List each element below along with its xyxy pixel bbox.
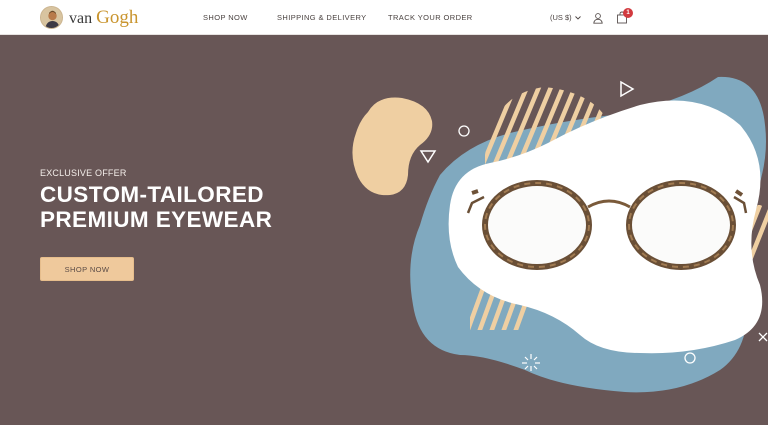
nav-link-shipping-delivery[interactable]: SHIPPING & DELIVERY [277, 0, 367, 35]
currency-selector[interactable]: (US $) [550, 0, 581, 35]
hero-headline: CUSTOM-TAILORED PREMIUM EYEWEAR [40, 182, 272, 232]
logo-brand: Gogh [96, 6, 139, 28]
circle-outline-shape-1 [458, 125, 470, 137]
hero-eyebrow: EXCLUSIVE OFFER [40, 168, 127, 178]
hero-headline-line-1: CUSTOM-TAILORED [40, 182, 264, 207]
triangle-outline-shape-1 [419, 150, 437, 164]
nav-link-track-order[interactable]: TRACK YOUR ORDER [388, 0, 473, 35]
hero-banner: EXCLUSIVE OFFER CUSTOM-TAILORED PREMIUM … [0, 35, 768, 425]
shop-now-button[interactable]: SHOP NOW [40, 257, 134, 281]
site-header: van Gogh SHOP NOW SHIPPING & DELIVERY TR… [0, 0, 768, 35]
sand-blob-shape [352, 97, 433, 196]
van-gogh-portrait-icon [40, 6, 63, 29]
triangle-outline-shape-2 [620, 80, 635, 98]
logo-wordmark: van Gogh [69, 7, 138, 29]
close-cross-shape [758, 332, 768, 342]
chevron-down-icon [574, 13, 581, 22]
cart-count-badge: 1 [623, 8, 633, 18]
currency-label: (US $) [550, 13, 572, 22]
hero-headline-line-2: PREMIUM EYEWEAR [40, 207, 273, 232]
user-icon[interactable] [592, 11, 604, 24]
logo-prefix: van [69, 9, 93, 27]
site-logo[interactable]: van Gogh [40, 5, 138, 30]
nav-link-shop-now[interactable]: SHOP NOW [203, 0, 248, 35]
